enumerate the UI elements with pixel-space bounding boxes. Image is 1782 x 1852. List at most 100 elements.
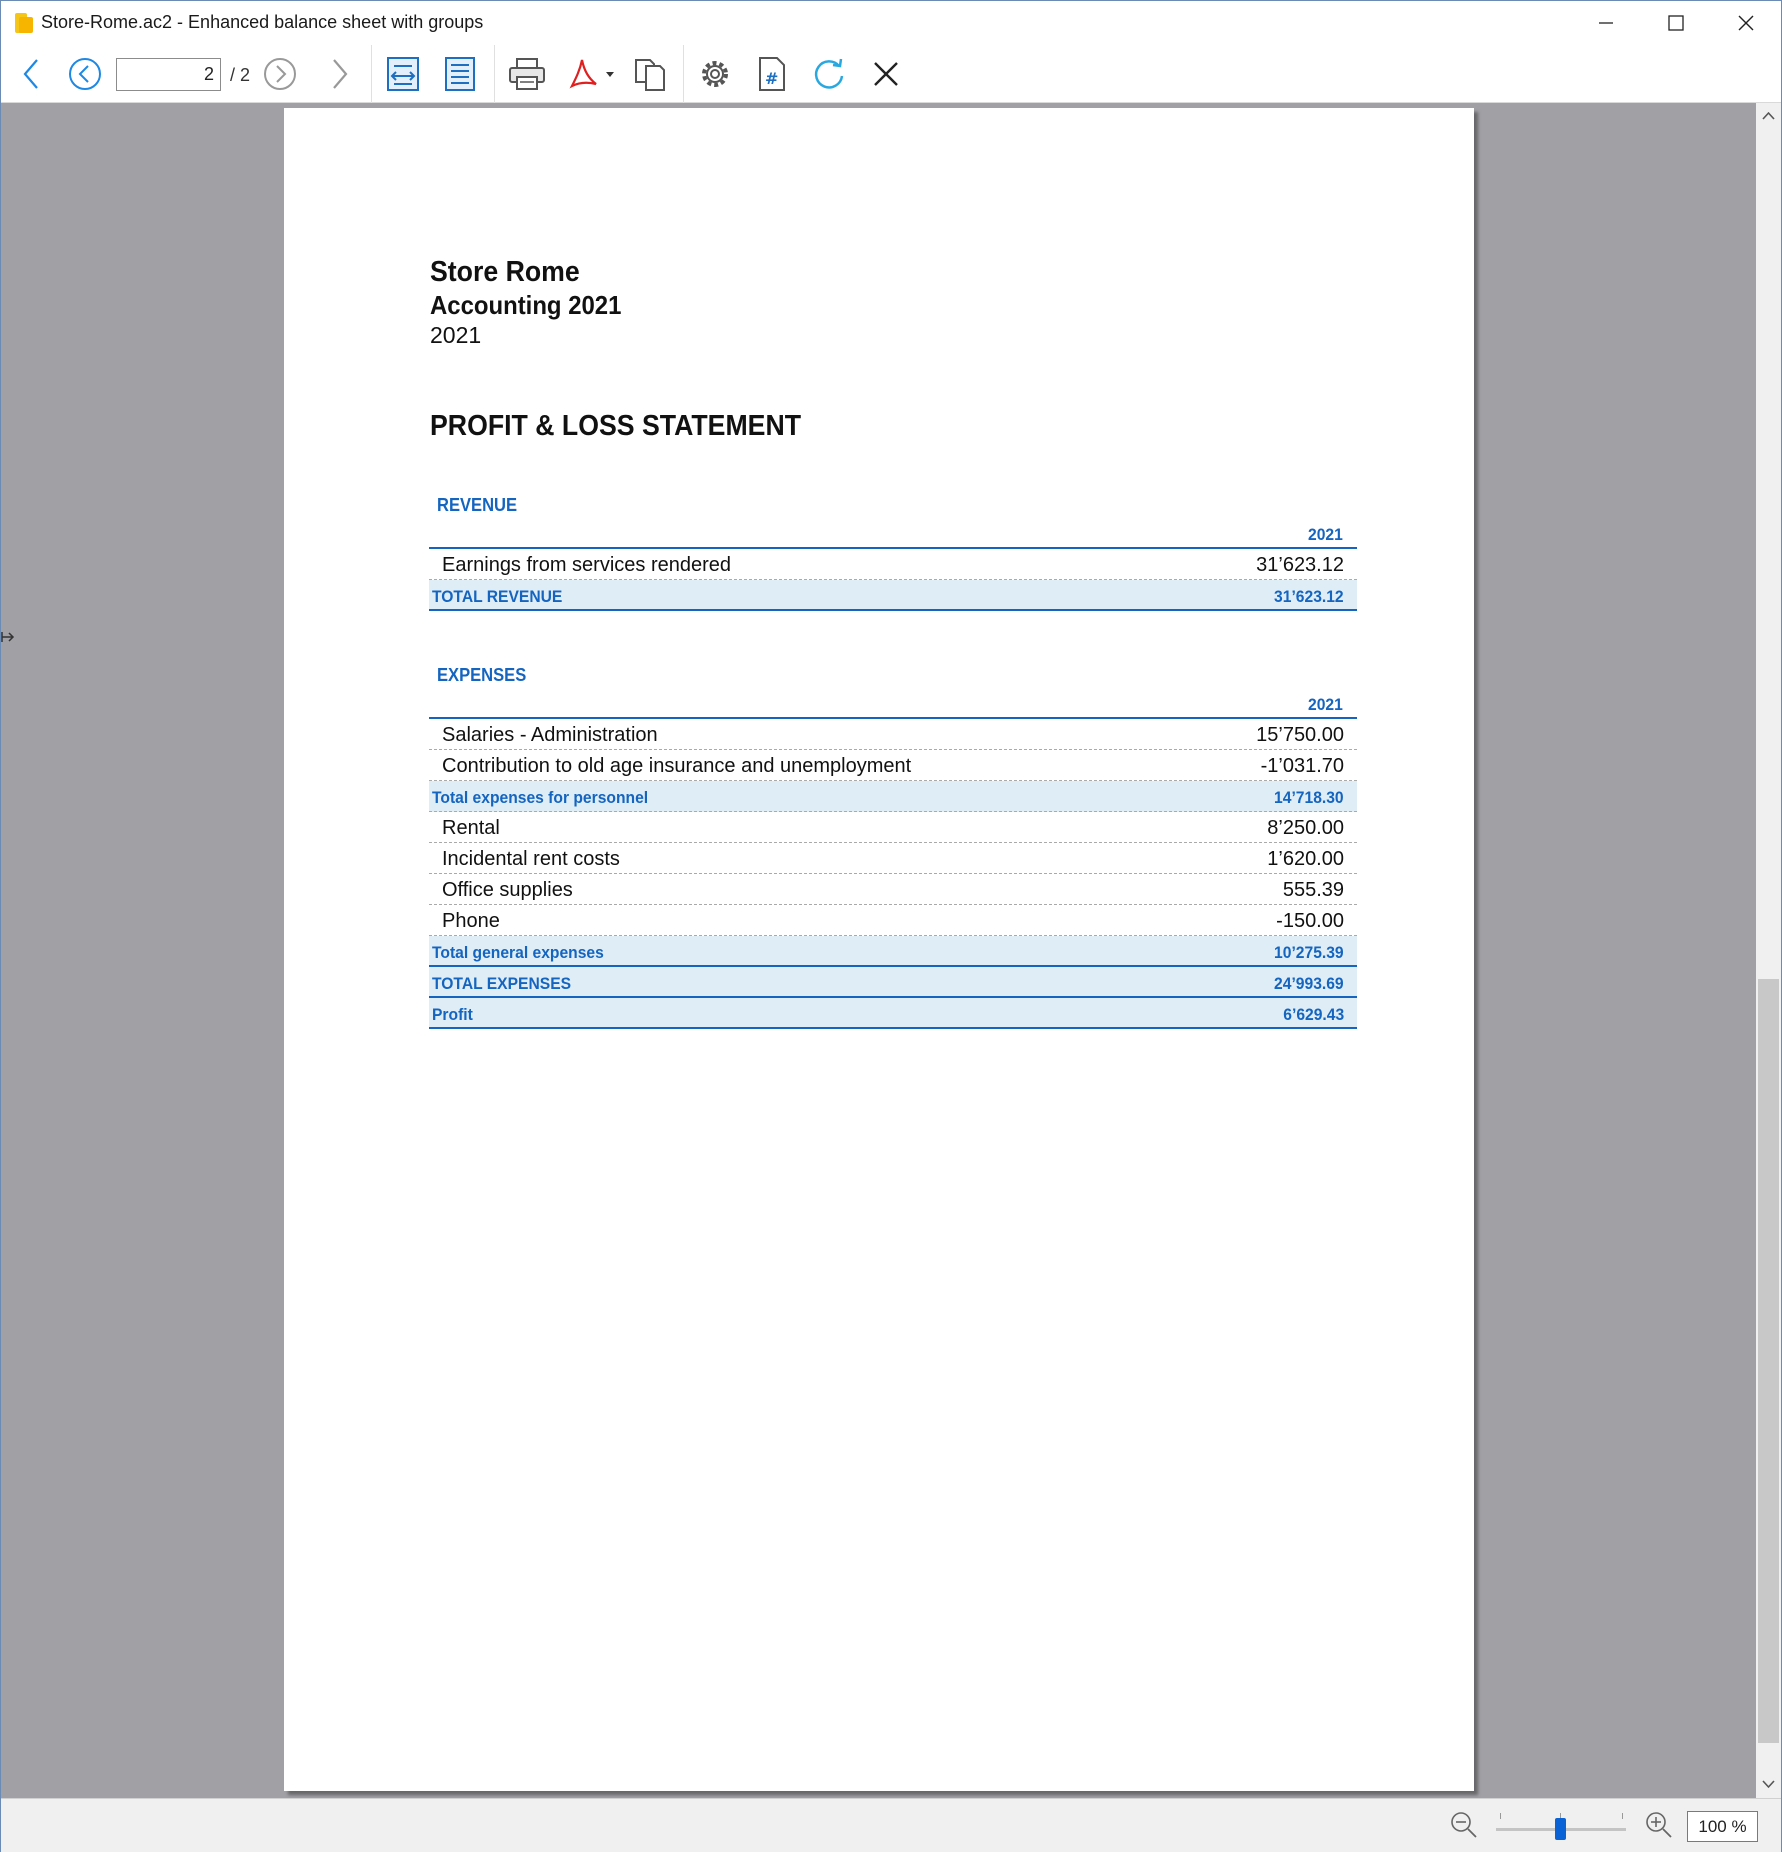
close-window-icon: [1738, 15, 1754, 31]
scrollbar-thumb[interactable]: [1758, 979, 1779, 1743]
row-amount: 14’718.30: [1274, 788, 1344, 807]
next-page-icon: [264, 58, 296, 90]
revenue-table: 2021 Earnings from services rendered 31’…: [429, 522, 1357, 611]
row-label: Rental: [442, 817, 500, 839]
close-icon: [874, 62, 898, 86]
company-name: Store Rome: [430, 256, 580, 288]
fit-width-button[interactable]: [382, 53, 424, 95]
row-label: Office supplies: [442, 879, 573, 901]
table-row: Phone -150.00: [429, 905, 1357, 936]
row-label: Incidental rent costs: [442, 848, 620, 870]
table-row: Office supplies 555.39: [429, 874, 1357, 905]
svg-text:#: #: [765, 69, 778, 88]
back-arrow-icon: [23, 59, 38, 89]
slider-tick: [1500, 1813, 1501, 1819]
revenue-heading: REVENUE: [437, 495, 518, 515]
status-bar: 100 %: [1, 1798, 1781, 1852]
vertical-scrollbar[interactable]: [1756, 103, 1781, 1798]
total-revenue-row: TOTAL REVENUE 31’623.12: [429, 580, 1357, 611]
report-page: Store Rome Accounting 2021 2021 PROFIT &…: [284, 108, 1474, 1791]
slider-tick: [1622, 1813, 1623, 1819]
print-icon: [509, 58, 545, 90]
row-amount: 555.39: [1282, 879, 1344, 901]
report-viewer-window: Store-Rome.ac2 - Enhanced balance sheet …: [0, 0, 1782, 1852]
close-report-button[interactable]: [865, 53, 907, 95]
row-label: Total general expenses: [432, 943, 604, 962]
toolbar-separator: [683, 45, 684, 103]
row-amount: -150.00: [1276, 910, 1344, 932]
pdf-export-button[interactable]: [564, 53, 620, 95]
app-logo-icon: [15, 13, 33, 33]
total-expenses-row: TOTAL EXPENSES 24’993.69: [429, 967, 1357, 998]
report-title: PROFIT & LOSS STATEMENT: [430, 410, 802, 442]
table-row: Salaries - Administration 15’750.00: [429, 719, 1357, 750]
fit-page-button[interactable]: [439, 53, 481, 95]
back-button[interactable]: [11, 53, 53, 95]
zoom-slider-thumb[interactable]: [1555, 1818, 1566, 1840]
subtotal-general-row: Total general expenses 10’275.39: [429, 936, 1357, 967]
row-label: Phone: [442, 910, 500, 932]
previous-page-button[interactable]: [64, 53, 106, 95]
settings-button[interactable]: [694, 53, 736, 95]
page-number-input[interactable]: 2: [116, 58, 221, 91]
scroll-down-icon[interactable]: [1762, 1779, 1775, 1789]
forward-arrow-icon: [333, 59, 348, 89]
revenue-column-header: 2021: [429, 522, 1357, 549]
page-number-button[interactable]: #: [751, 53, 793, 95]
zoom-in-icon[interactable]: [1645, 1811, 1673, 1839]
subtotal-personnel-row: Total expenses for personnel 14’718.30: [429, 781, 1357, 812]
row-amount: 31’623.12: [1274, 587, 1344, 606]
report-year: 2021: [430, 322, 482, 348]
table-row: Rental 8’250.00: [429, 812, 1357, 843]
table-row: Contribution to old age insurance and un…: [429, 750, 1357, 781]
zoom-level-field[interactable]: 100 %: [1687, 1811, 1758, 1842]
row-label: Contribution to old age insurance and un…: [442, 755, 912, 777]
row-label: Salaries - Administration: [442, 724, 658, 746]
window-title: Store-Rome.ac2 - Enhanced balance sheet …: [41, 12, 484, 32]
maximize-icon: [1668, 15, 1684, 31]
table-row: Incidental rent costs 1’620.00: [429, 843, 1357, 874]
previous-page-icon: [69, 58, 101, 90]
row-amount: 6’629.43: [1283, 1005, 1344, 1024]
zoom-out-icon[interactable]: [1450, 1811, 1478, 1839]
expenses-table: 2021 Salaries - Administration 15’750.00…: [429, 692, 1357, 1029]
row-amount: -1’031.70: [1260, 755, 1344, 777]
title-bar: Store-Rome.ac2 - Enhanced balance sheet …: [1, 1, 1781, 45]
toolbar-separator: [494, 45, 495, 103]
row-amount: 24’993.69: [1274, 974, 1344, 993]
row-label: Earnings from services rendered: [442, 554, 732, 576]
maximize-button[interactable]: [1641, 1, 1711, 45]
expenses-column-year: 2021: [1308, 695, 1343, 714]
row-label: Total expenses for personnel: [432, 788, 649, 807]
fit-page-icon: [445, 57, 475, 91]
row-amount: 10’275.39: [1274, 943, 1344, 962]
revenue-column-year: 2021: [1308, 525, 1343, 544]
scroll-up-icon[interactable]: [1762, 111, 1775, 121]
next-page-button[interactable]: [259, 53, 301, 95]
profit-row: Profit 6’629.43: [429, 998, 1357, 1029]
row-label: TOTAL EXPENSES: [432, 974, 572, 993]
resize-cursor-icon: [1, 632, 15, 642]
copy-pages-button[interactable]: [629, 53, 671, 95]
print-button[interactable]: [506, 53, 548, 95]
minimize-icon: [1599, 22, 1613, 24]
refresh-button[interactable]: [808, 53, 850, 95]
row-amount: 8’250.00: [1267, 817, 1344, 839]
report-viewport[interactable]: Store Rome Accounting 2021 2021 PROFIT &…: [1, 103, 1756, 1798]
row-label: Profit: [432, 1005, 473, 1024]
toolbar-separator: [371, 45, 372, 103]
page-total-label: / 2: [230, 65, 251, 85]
minimize-button[interactable]: [1571, 1, 1641, 45]
row-amount: 1’620.00: [1267, 848, 1344, 870]
expenses-column-header: 2021: [429, 692, 1357, 719]
forward-button[interactable]: [318, 53, 360, 95]
fit-width-icon: [387, 57, 419, 91]
expenses-heading: EXPENSES: [437, 665, 527, 685]
page-number-icon: #: [759, 57, 785, 91]
refresh-icon: [814, 58, 844, 89]
copy-pages-icon: [635, 59, 665, 91]
row-amount: 15’750.00: [1256, 724, 1344, 746]
close-window-button[interactable]: [1711, 1, 1781, 45]
pdf-export-icon: [569, 59, 614, 89]
accounting-title: Accounting 2021: [430, 290, 622, 320]
